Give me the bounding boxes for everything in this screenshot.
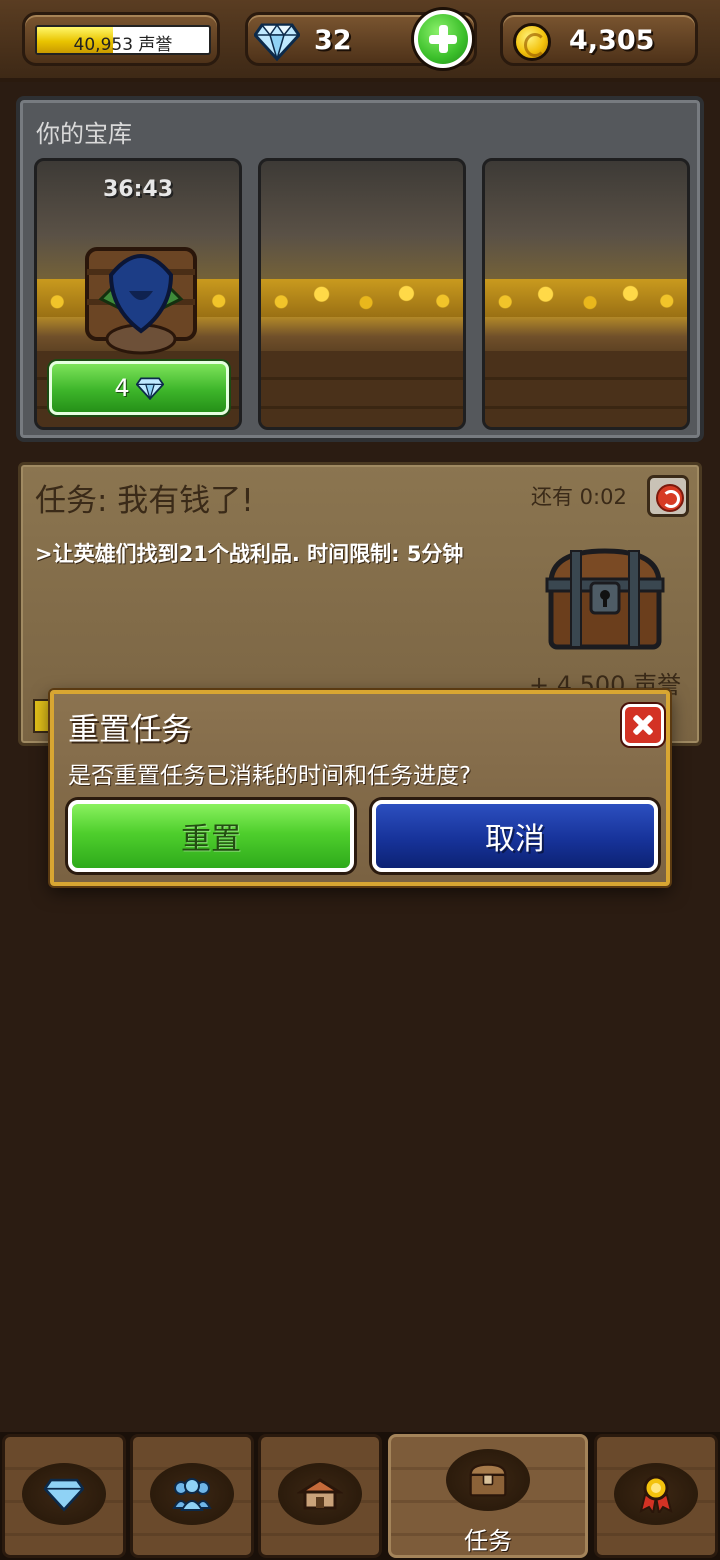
speed-up-cost: 4 [114,374,130,402]
tab-heroes[interactable] [130,1434,254,1558]
heroes-icon [172,1478,212,1511]
quest-description: >让英雄们找到21个战利品. 时间限制: 5分钟 [35,542,464,566]
tab-achievements[interactable] [594,1434,718,1558]
tab-town[interactable] [258,1434,382,1558]
speed-up-button[interactable]: 4 [49,361,229,415]
gold-plate: 4,305 [500,12,698,66]
treasure-chest-icon [545,548,665,650]
confirm-reset-button[interactable]: 重置 [68,800,354,872]
vault-slot-2[interactable] [258,158,466,430]
dialog-message: 是否重置任务已消耗的时间和任务进度? [68,763,472,789]
hero-looting-icon [85,247,197,355]
buy-gems-button[interactable] [414,10,472,68]
tab-icon-frame [278,1463,362,1525]
tab-icon-frame [22,1463,106,1525]
medal-icon [639,1475,673,1513]
slot-timer: 36:43 [102,177,174,202]
top-bar: 40,953 声誉 32 4,305 [0,0,720,82]
gem-icon [44,1478,84,1512]
gold-coin-icon [513,23,551,61]
house-icon [297,1478,343,1510]
vault-slot-3[interactable] [482,158,690,430]
reset-quest-dialog: 重置任务 是否重置任务已消耗的时间和任务进度? 重置 取消 [50,690,670,886]
tab-icon-frame [614,1463,698,1525]
gold-count: 4,305 [569,25,655,56]
cancel-button[interactable]: 取消 [372,800,658,872]
vault-panel: 你的宝库 36:43 4 [16,96,704,442]
tab-icon-frame [446,1449,530,1511]
gem-icon [135,377,164,400]
bottom-nav: 任务 [0,1432,720,1560]
tab-shop[interactable] [2,1434,126,1558]
reputation-bar: 40,953 声誉 [35,25,211,55]
reputation-plate: 40,953 声誉 [22,12,220,66]
vault-slot-1[interactable]: 36:43 4 [34,158,242,430]
chest-icon [469,1463,507,1497]
tab-label: 任务 [464,1527,512,1555]
tab-quests[interactable]: 任务 [388,1434,588,1558]
quest-time-left: 还有 0:02 [531,485,627,509]
close-icon[interactable] [622,704,664,746]
dialog-title: 重置任务 [68,712,192,748]
reset-quest-button[interactable] [647,475,689,517]
gem-icon [254,23,300,61]
tab-icon-frame [150,1463,234,1525]
gem-count: 32 [314,25,352,56]
vault-title: 你的宝库 [36,120,132,148]
reputation-text: 40,953 声誉 [73,35,173,55]
quest-title: 任务: 我有钱了! [35,483,254,519]
